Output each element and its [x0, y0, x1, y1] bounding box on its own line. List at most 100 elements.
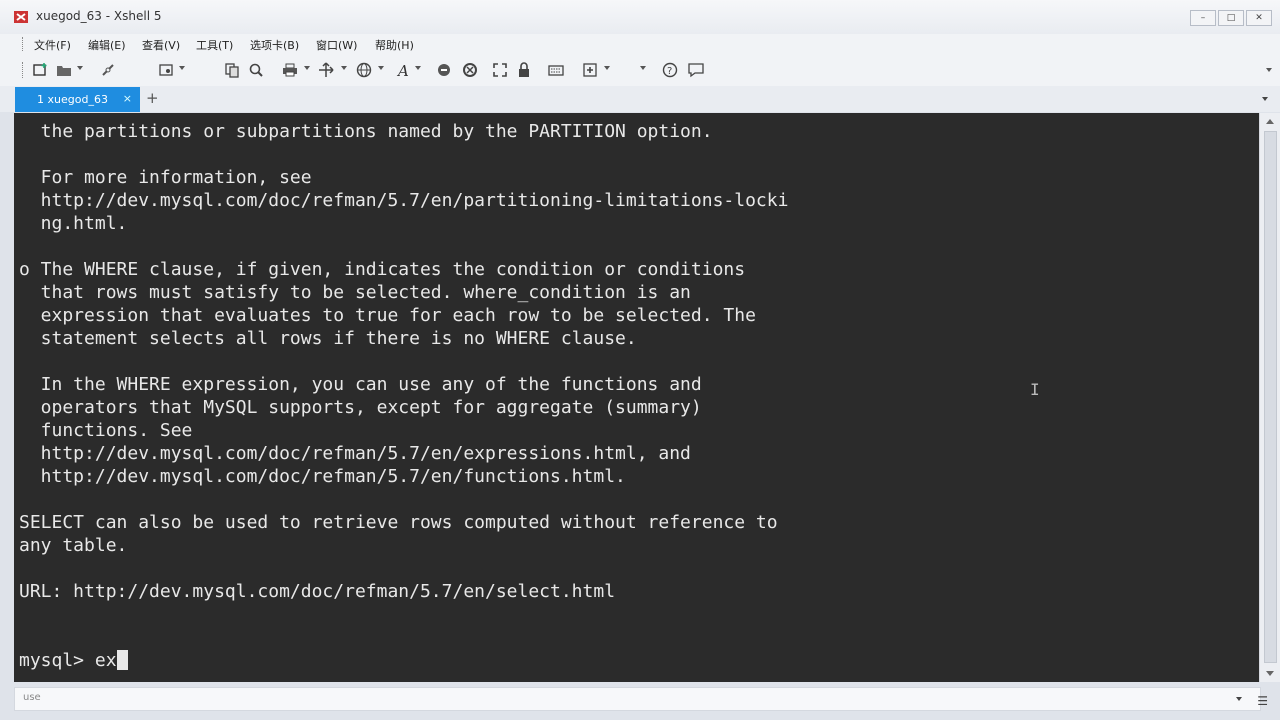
- terminal-line: any table.: [19, 535, 128, 556]
- add-script-button[interactable]: [580, 60, 600, 80]
- more-dropdown-icon[interactable]: [640, 66, 646, 70]
- title-bar: xuegod_63 - Xshell 5 – □ ✕: [0, 0, 1280, 35]
- menu-file[interactable]: 文件(F): [34, 37, 71, 53]
- toolbar-overflow-icon[interactable]: [1266, 68, 1272, 72]
- prompt-line: mysql> ex: [19, 649, 128, 672]
- globe-dropdown-icon[interactable]: [378, 66, 384, 70]
- command-input[interactable]: ex: [95, 650, 117, 671]
- menu-tabs[interactable]: 选项卡(B): [250, 37, 299, 53]
- open-dropdown-icon[interactable]: [77, 66, 83, 70]
- compose-dropdown-icon[interactable]: [1236, 697, 1242, 701]
- toolbar: A ?: [0, 54, 1280, 87]
- scroll-thumb[interactable]: [1264, 131, 1277, 663]
- new-session-button[interactable]: [30, 60, 50, 80]
- terminal-pane[interactable]: the partitions or subpartitions named by…: [14, 113, 1259, 682]
- copy-icon: [225, 63, 239, 78]
- svg-text:A: A: [396, 62, 409, 78]
- tab-label: 1 xuegod_63: [37, 93, 108, 106]
- keyboard-button[interactable]: [546, 60, 566, 80]
- tab-close-icon[interactable]: ×: [123, 92, 132, 105]
- terminal-output: the partitions or subpartitions named by…: [19, 120, 788, 603]
- terminal-line: expression that evaluates to true for ea…: [19, 305, 756, 326]
- window-controls: – □ ✕: [1190, 10, 1272, 26]
- print-dropdown-icon[interactable]: [304, 66, 310, 70]
- compose-bar[interactable]: use: [14, 687, 1261, 711]
- properties-dropdown-icon[interactable]: [179, 66, 185, 70]
- terminal-line: URL: http://dev.mysql.com/doc/refman/5.7…: [19, 581, 616, 602]
- disconnect-icon: [102, 64, 114, 76]
- menu-edit[interactable]: 编辑(E): [88, 37, 126, 53]
- copy-button[interactable]: [222, 60, 242, 80]
- font-button[interactable]: A: [394, 60, 414, 80]
- lock-icon: [519, 62, 529, 77]
- xftp-button[interactable]: [434, 60, 454, 80]
- print-button[interactable]: [280, 60, 300, 80]
- xshell-app-icon: [14, 11, 28, 23]
- close-button[interactable]: ✕: [1246, 10, 1272, 26]
- transfer-button[interactable]: [316, 60, 336, 80]
- properties-button[interactable]: [156, 60, 176, 80]
- compose-placeholder: use: [23, 692, 41, 703]
- menu-window[interactable]: 窗口(W): [316, 37, 357, 53]
- script-dropdown-icon[interactable]: [604, 66, 610, 70]
- compose-menu-icon[interactable]: ☰: [1257, 694, 1268, 708]
- xmanager-button[interactable]: [460, 60, 480, 80]
- terminal-line: ng.html.: [19, 213, 128, 234]
- scroll-up-icon[interactable]: [1266, 119, 1274, 124]
- menu-help[interactable]: 帮助(H): [375, 37, 414, 53]
- terminal-line: that rows must satisfy to be selected. w…: [19, 282, 691, 303]
- scroll-down-icon[interactable]: [1266, 671, 1274, 676]
- terminal-line: http://dev.mysql.com/doc/refman/5.7/en/f…: [19, 466, 626, 487]
- transfer-dropdown-icon[interactable]: [341, 66, 347, 70]
- open-button[interactable]: [54, 60, 74, 80]
- fullscreen-icon: [493, 63, 507, 77]
- tab-list-dropdown-icon[interactable]: [1262, 97, 1268, 101]
- terminal-scrollbar[interactable]: [1259, 113, 1280, 682]
- font-dropdown-icon[interactable]: [415, 66, 421, 70]
- add-tab-icon[interactable]: +: [146, 89, 159, 107]
- add-script-icon: [583, 63, 597, 77]
- chat-icon: [688, 63, 704, 78]
- terminal-line: functions. See: [19, 420, 193, 441]
- menu-tools[interactable]: 工具(T): [196, 37, 233, 53]
- lock-button[interactable]: [514, 60, 534, 80]
- xftp-icon: [438, 64, 450, 76]
- menu-view[interactable]: 查看(V): [142, 37, 180, 53]
- tab-bar: 1 xuegod_63 × +: [0, 86, 1280, 112]
- globe-button[interactable]: [354, 60, 374, 80]
- fullscreen-button[interactable]: [490, 60, 510, 80]
- terminal-line: http://dev.mysql.com/doc/refman/5.7/en/e…: [19, 443, 691, 464]
- mysql-prompt: mysql>: [19, 650, 95, 671]
- chat-button[interactable]: [686, 60, 706, 80]
- terminal-line: For more information, see: [19, 167, 312, 188]
- terminal-line: statement selects all rows if there is n…: [19, 328, 637, 349]
- menubar-grip[interactable]: [22, 37, 25, 51]
- toolbar-grip[interactable]: [22, 62, 25, 78]
- globe-icon: [356, 62, 372, 78]
- xmanager-icon: [463, 63, 477, 77]
- terminal-line: http://dev.mysql.com/doc/refman/5.7/en/p…: [19, 190, 789, 211]
- menu-bar: 文件(F) 编辑(E) 查看(V) 工具(T) 选项卡(B) 窗口(W) 帮助(…: [0, 34, 1280, 54]
- disconnect-button[interactable]: [98, 60, 118, 80]
- terminal-line: the partitions or subpartitions named by…: [19, 121, 713, 142]
- maximize-button[interactable]: □: [1218, 10, 1244, 26]
- svg-text:?: ?: [667, 66, 672, 77]
- find-icon: [249, 63, 263, 77]
- mouse-ibeam-icon: I: [1030, 380, 1040, 399]
- new-session-icon: [33, 63, 47, 76]
- print-icon: [283, 63, 297, 77]
- find-button[interactable]: [246, 60, 266, 80]
- minimize-button[interactable]: –: [1190, 10, 1216, 26]
- help-button[interactable]: ?: [660, 60, 680, 80]
- properties-icon: [159, 64, 173, 76]
- minimize-icon: –: [1200, 13, 1206, 23]
- transfer-icon: [319, 62, 334, 77]
- tab-xuegod-63[interactable]: 1 xuegod_63 ×: [15, 87, 140, 112]
- text-cursor: [116, 650, 128, 670]
- close-icon: ✕: [1255, 13, 1263, 23]
